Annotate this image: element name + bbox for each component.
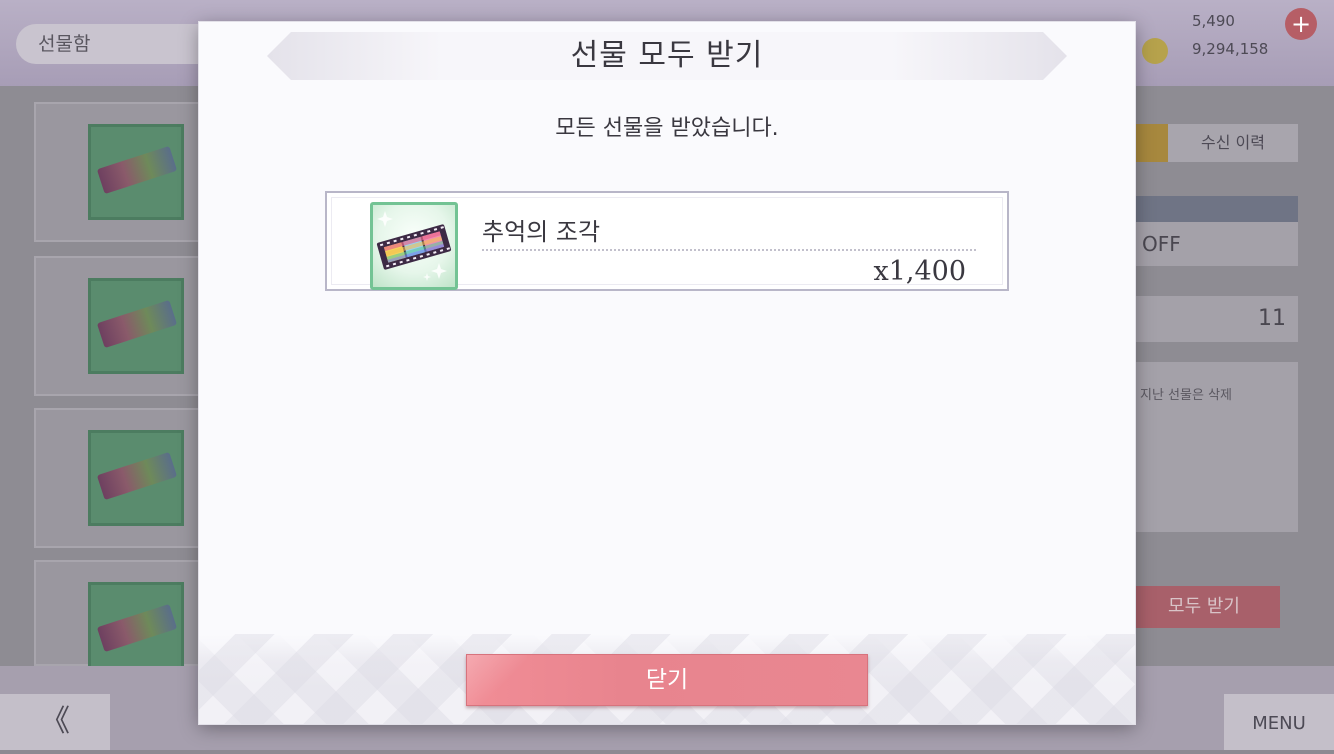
gift-count: 11 — [1134, 296, 1298, 342]
sort-toggle[interactable]: OFF — [1134, 222, 1298, 266]
gift-thumbnail — [88, 582, 184, 678]
currency-1: 5,490 — [1192, 12, 1235, 30]
receive-all-dialog: 선물 모두 받기 모든 선물을 받았습니다. 추억의 조각 x1,400 닫기 — [199, 22, 1135, 724]
back-button[interactable]: 《 — [0, 694, 110, 750]
close-button[interactable]: 닫기 — [466, 654, 868, 706]
gift-card — [34, 256, 224, 396]
gift-card — [34, 102, 224, 242]
item-name: 추억의 조각 — [482, 218, 601, 246]
tab-receive-history[interactable]: 수신 이력 — [1168, 124, 1298, 162]
gift-card — [34, 560, 224, 678]
item-quantity: x1,400 — [873, 256, 966, 287]
notice-text: 지난 선물은 삭제 — [1134, 362, 1298, 532]
sort-header — [1134, 196, 1298, 222]
screen-title: 선물함 — [16, 24, 206, 64]
dialog-title: 선물 모두 받기 — [570, 38, 764, 73]
dialog-message: 모든 선물을 받았습니다. — [555, 116, 779, 141]
add-currency-button[interactable]: + — [1285, 8, 1317, 40]
menu-button[interactable]: MENU — [1224, 694, 1334, 750]
reward-item-inner: 추억의 조각 x1,400 — [331, 197, 1003, 290]
tab-received[interactable] — [1134, 124, 1168, 162]
memory-fragment-film-icon — [370, 202, 458, 290]
gift-card — [34, 408, 224, 548]
coin-icon — [1142, 38, 1168, 64]
gift-thumbnail — [88, 278, 184, 374]
currency-2: 9,294,158 — [1192, 40, 1269, 58]
gift-thumbnail — [88, 430, 184, 526]
gift-thumbnail — [88, 124, 184, 220]
item-divider — [482, 249, 976, 251]
reward-item: 추억의 조각 x1,400 — [325, 191, 1009, 291]
receive-all-button[interactable]: 모두 받기 — [1128, 586, 1280, 628]
